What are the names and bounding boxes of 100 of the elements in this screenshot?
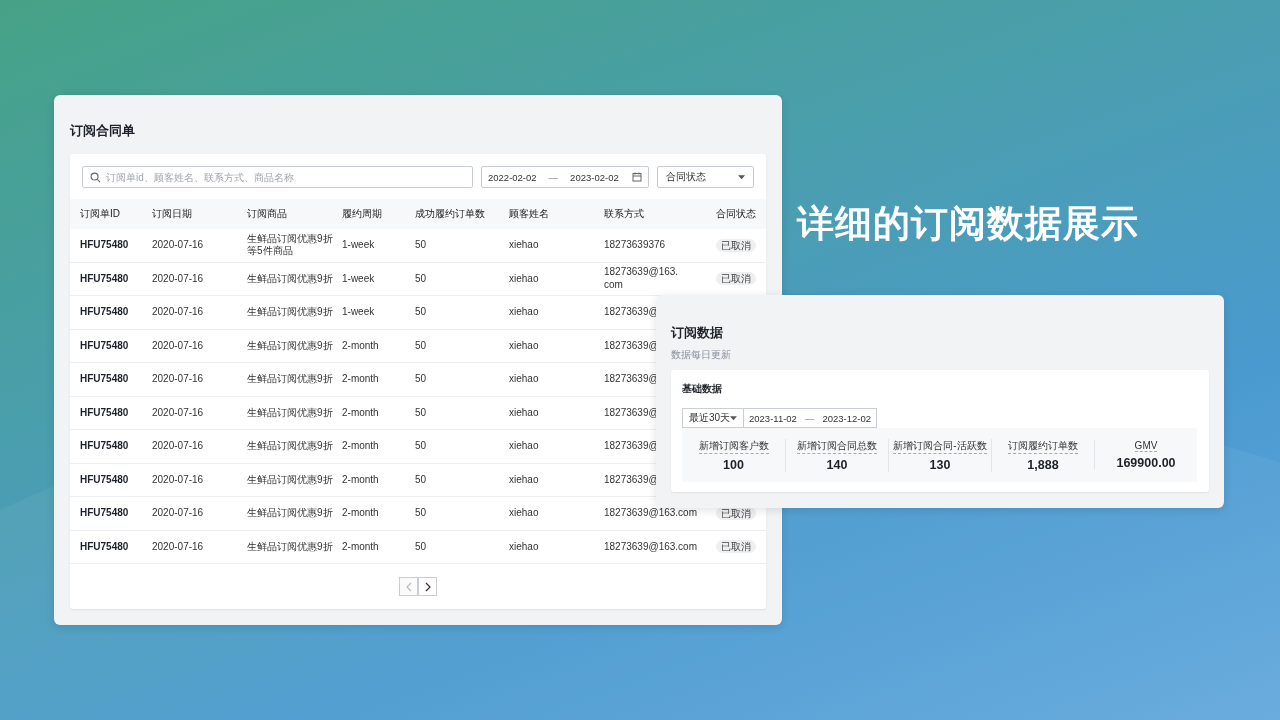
panel-title: 订阅合同单 <box>70 123 136 140</box>
table-cell: xiehao <box>509 339 539 352</box>
stat-value: 100 <box>723 457 744 472</box>
table-cell: xiehao <box>509 540 539 553</box>
table-cell: 1-week <box>342 306 375 319</box>
panel-title: 订阅数据 <box>671 325 724 342</box>
table-cell: 2-month <box>342 373 379 386</box>
table-cell: 18273639@ <box>604 339 659 352</box>
table-cell: 生鲜品订阅优惠9折 <box>247 306 333 319</box>
table-cell: 2-month <box>342 473 379 486</box>
table-cell: 生鲜品订阅优惠9折 <box>247 406 333 419</box>
column-header: 合同状态 <box>716 207 756 221</box>
table-cell: 50 <box>415 540 427 553</box>
headline: 详细的订阅数据展示 <box>797 202 1139 246</box>
column-header: 成功履约订单数 <box>415 207 485 221</box>
table-cell: 50 <box>415 306 427 319</box>
table-cell: xiehao <box>509 272 539 285</box>
table-cell: 2020-07-16 <box>152 306 204 319</box>
stat-value: 169900.00 <box>1116 456 1176 470</box>
column-header: 顾客姓名 <box>509 207 549 221</box>
table-cell: 2020-07-16 <box>152 339 204 352</box>
table-cell: 生鲜品订阅优惠9折 <box>247 540 333 553</box>
table-cell: 50 <box>415 339 427 352</box>
date-range-field[interactable]: 2023-11-02 — 2023-12-02 <box>744 408 877 428</box>
status-select[interactable]: 合同状态 <box>657 166 754 188</box>
table-cell: 2020-07-16 <box>152 373 204 386</box>
table-cell: 2-month <box>342 507 379 520</box>
table-cell: 生鲜品订阅优惠9折 <box>247 339 333 352</box>
column-header: 履约周期 <box>342 207 382 221</box>
table-cell: 18273639@163.com <box>604 507 697 520</box>
status-tag: 已取消 <box>716 238 756 252</box>
table-cell: HFU75480 <box>80 540 129 553</box>
table-cell: 18273639@163.com <box>604 540 697 553</box>
table-cell: 生鲜品订阅优惠9折 <box>247 373 333 386</box>
caret-icon <box>738 174 745 180</box>
period-select[interactable]: 最近30天 <box>682 408 744 428</box>
stat-value: 140 <box>826 457 848 472</box>
table-cell: 50 <box>415 406 427 419</box>
table-cell: 1-week <box>342 239 375 252</box>
table-cell: 50 <box>415 473 427 486</box>
table-cell: 2020-07-16 <box>152 440 204 453</box>
table-cell: 生鲜品订阅优惠9折 <box>247 272 333 285</box>
table-cell: 1-week <box>342 272 375 285</box>
stat-value: 130 <box>929 457 951 472</box>
table-cell: 生鲜品订阅优惠9折 <box>247 507 333 520</box>
table-cell: xiehao <box>509 473 539 486</box>
table-cell: 50 <box>415 440 427 453</box>
table-cell: 2-month <box>342 406 379 419</box>
table-cell: 2020-07-16 <box>152 406 204 419</box>
table-cell: HFU75480 <box>80 440 129 453</box>
stat-label: 新增订阅合同-活跃数 <box>893 438 987 454</box>
table-cell: 2020-07-16 <box>152 540 204 553</box>
table-cell: 2-month <box>342 540 379 553</box>
table-cell: xiehao <box>509 507 539 520</box>
table-cell: HFU75480 <box>80 239 129 252</box>
next-page-button[interactable] <box>418 577 437 596</box>
table-cell: 2020-07-16 <box>152 473 204 486</box>
table-cell: 生鲜品订阅优惠9折 <box>247 473 333 486</box>
table-cell: 2-month <box>342 339 379 352</box>
caret-icon <box>730 415 737 421</box>
table-cell: xiehao <box>509 306 539 319</box>
table-cell: 18273639@ <box>604 306 659 319</box>
table-cell: 2020-07-16 <box>152 239 204 252</box>
search-field[interactable]: 订阅单id、顾客姓名、联系方式、商品名称 <box>82 166 473 188</box>
table-cell: 2020-07-16 <box>152 507 204 520</box>
table-cell: 18273639@ <box>604 406 659 419</box>
table-cell: HFU75480 <box>80 406 129 419</box>
table-cell: xiehao <box>509 373 539 386</box>
chevron-right-icon <box>424 581 431 592</box>
table-cell: 18273639376 <box>604 239 666 252</box>
table-cell: HFU75480 <box>80 306 129 319</box>
panel-subtitle: 数据每日更新 <box>671 348 732 362</box>
column-header: 订阅单ID <box>80 207 120 221</box>
column-header: 订阅日期 <box>152 207 192 221</box>
stat-label: 新增订阅客户数 <box>698 438 769 454</box>
stat-label: GMV <box>1134 440 1158 452</box>
table-cell-text: 生鲜品订阅优惠9折等5件商品 <box>247 232 334 258</box>
table-cell: 2-month <box>342 440 379 453</box>
table-cell: 18273639@ <box>604 373 659 386</box>
calendar-icon <box>632 172 642 182</box>
status-tag: 已取消 <box>716 272 756 285</box>
table-cell: 50 <box>415 272 427 285</box>
chevron-left-icon <box>405 581 412 592</box>
stat-label: 订阅履约订单数 <box>1008 438 1078 454</box>
stat-value: 1,888 <box>1027 457 1059 472</box>
table-cell: xiehao <box>509 440 539 453</box>
table-cell: HFU75480 <box>80 272 129 285</box>
table-cell: 50 <box>415 239 427 252</box>
column-header: 联系方式 <box>604 207 644 221</box>
status-tag: 已取消 <box>716 540 756 553</box>
table-cell: HFU75480 <box>80 507 129 520</box>
table-cell: 2020-07-16 <box>152 272 204 285</box>
stat-label: 新增订阅合同总数 <box>797 438 877 454</box>
search-icon <box>90 172 101 183</box>
column-header: 订阅商品 <box>247 207 287 221</box>
table-cell: 18273639@ <box>604 440 659 453</box>
table-cell: HFU75480 <box>80 373 129 386</box>
date-range-field[interactable]: 2022-02-02 — 2023-02-02 <box>481 166 649 188</box>
table-cell: 50 <box>415 507 427 520</box>
table-cell: xiehao <box>509 406 539 419</box>
